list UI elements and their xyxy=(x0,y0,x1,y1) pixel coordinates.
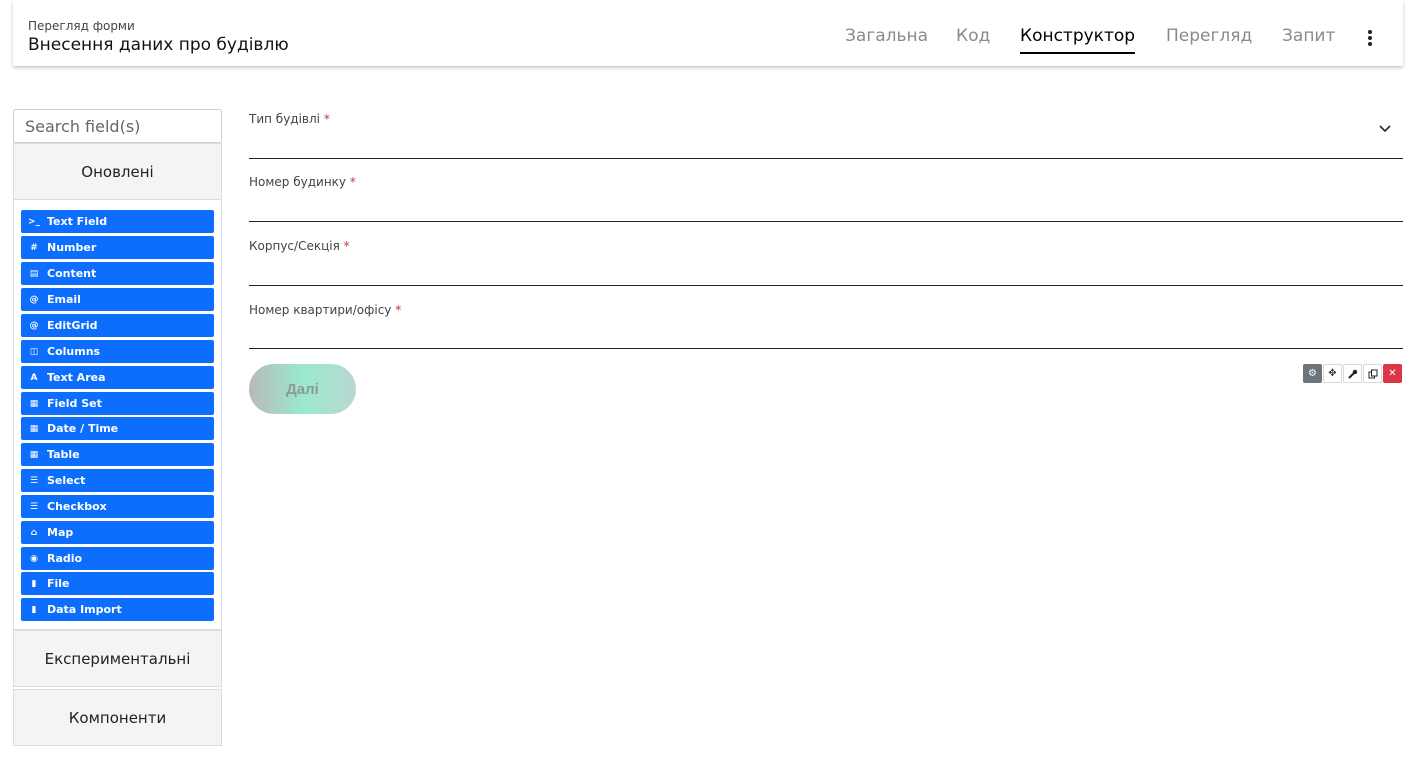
close-icon[interactable]: ✕ xyxy=(1383,364,1402,383)
group-experimental[interactable]: Експериментальні xyxy=(13,630,222,687)
group-experimental-label: Експериментальні xyxy=(44,649,191,668)
field-apartment-number[interactable]: Номер квартири/офісу * xyxy=(249,303,1403,349)
group-updated-label: Оновлені xyxy=(81,162,154,181)
gear-icon[interactable]: ⚙ xyxy=(1303,364,1322,383)
home-icon: ⌂ xyxy=(30,527,38,538)
next-button[interactable]: Далі xyxy=(249,364,356,414)
tab-request[interactable]: Запит xyxy=(1282,26,1335,46)
file-icon: ▮ xyxy=(31,578,37,589)
group-updated[interactable]: Оновлені xyxy=(13,143,222,200)
component-field-set[interactable]: ▦ Field Set xyxy=(21,392,214,415)
required-mark: * xyxy=(343,239,350,253)
component-toolbar: ⚙ ✥ ✕ xyxy=(1303,364,1402,383)
at-icon: @ xyxy=(29,294,39,305)
form-header: Перегляд форми Внесення даних про будівл… xyxy=(13,0,1403,66)
field-underline xyxy=(249,221,1403,222)
field-house-number[interactable]: Номер будинку * xyxy=(249,175,1403,222)
required-mark: * xyxy=(349,175,356,189)
font-icon: A xyxy=(30,372,38,383)
component-map[interactable]: ⌂ Map xyxy=(21,521,214,544)
form-subtitle: Перегляд форми xyxy=(28,19,135,33)
required-mark: * xyxy=(323,112,330,126)
list-icon: ☰ xyxy=(29,475,39,486)
dot-circle-icon: ◉ xyxy=(30,553,38,564)
component-columns[interactable]: ◫ Columns xyxy=(21,340,214,363)
html5-icon: ▤ xyxy=(29,268,39,279)
field-underline xyxy=(249,158,1403,159)
hash-icon: # xyxy=(30,242,38,253)
required-mark: * xyxy=(395,303,402,317)
component-email[interactable]: @ Email xyxy=(21,288,214,311)
field-house-number-label: Номер будинку xyxy=(249,175,347,189)
search-field-input[interactable] xyxy=(13,109,222,143)
columns-icon: ◫ xyxy=(29,346,39,357)
component-number[interactable]: # Number xyxy=(21,236,214,259)
component-radio[interactable]: ◉ Radio xyxy=(21,547,214,570)
tab-constructor[interactable]: Конструктор xyxy=(1020,26,1136,54)
field-building-section-label: Корпус/Секція xyxy=(249,239,340,253)
table-icon: ▦ xyxy=(29,449,39,460)
tab-general[interactable]: Загальна xyxy=(845,26,928,46)
more-vert-icon[interactable] xyxy=(1362,26,1378,50)
component-file[interactable]: ▮ File xyxy=(21,572,214,595)
component-text-area[interactable]: A Text Area xyxy=(21,366,214,389)
component-checkbox[interactable]: ☰ Checkbox xyxy=(21,495,214,518)
list-icon: ☰ xyxy=(29,501,39,512)
component-list: >_ Text Field # Number ▤ Content @ Email @ Ed… xyxy=(13,200,222,630)
file-icon: ▮ xyxy=(31,604,37,615)
field-building-type-label: Тип будівлі xyxy=(249,112,320,126)
calendar-icon: ▦ xyxy=(29,423,39,434)
component-text-field[interactable]: >_ Text Field xyxy=(21,210,214,233)
terminal-icon: >_ xyxy=(27,216,41,227)
th-large-icon: ▦ xyxy=(29,398,39,409)
tab-preview[interactable]: Перегляд xyxy=(1166,26,1252,46)
move-icon[interactable]: ✥ xyxy=(1323,364,1342,383)
component-date-time[interactable]: ▦ Date / Time xyxy=(21,417,214,440)
chevron-down-icon[interactable] xyxy=(1378,124,1392,134)
tab-code[interactable]: Код xyxy=(956,26,990,46)
field-apartment-number-label: Номер квартири/офісу xyxy=(249,303,392,317)
form-title: Внесення даних про будівлю xyxy=(28,35,289,55)
component-editgrid[interactable]: @ EditGrid xyxy=(21,314,214,337)
component-select[interactable]: ☰ Select xyxy=(21,469,214,492)
component-table[interactable]: ▦ Table xyxy=(21,443,214,466)
component-data-import[interactable]: ▮ Data Import xyxy=(21,598,214,621)
group-components[interactable]: Компоненти xyxy=(13,689,222,746)
field-building-section[interactable]: Корпус/Секція * xyxy=(249,239,1403,286)
at-icon: @ xyxy=(29,320,39,331)
wrench-icon[interactable] xyxy=(1343,364,1362,383)
field-underline xyxy=(249,348,1403,349)
component-content[interactable]: ▤ Content xyxy=(21,262,214,285)
field-building-type[interactable]: Тип будівлі * xyxy=(249,112,1403,159)
group-components-label: Компоненти xyxy=(68,708,167,727)
field-underline xyxy=(249,285,1403,286)
copy-icon[interactable] xyxy=(1363,364,1382,383)
